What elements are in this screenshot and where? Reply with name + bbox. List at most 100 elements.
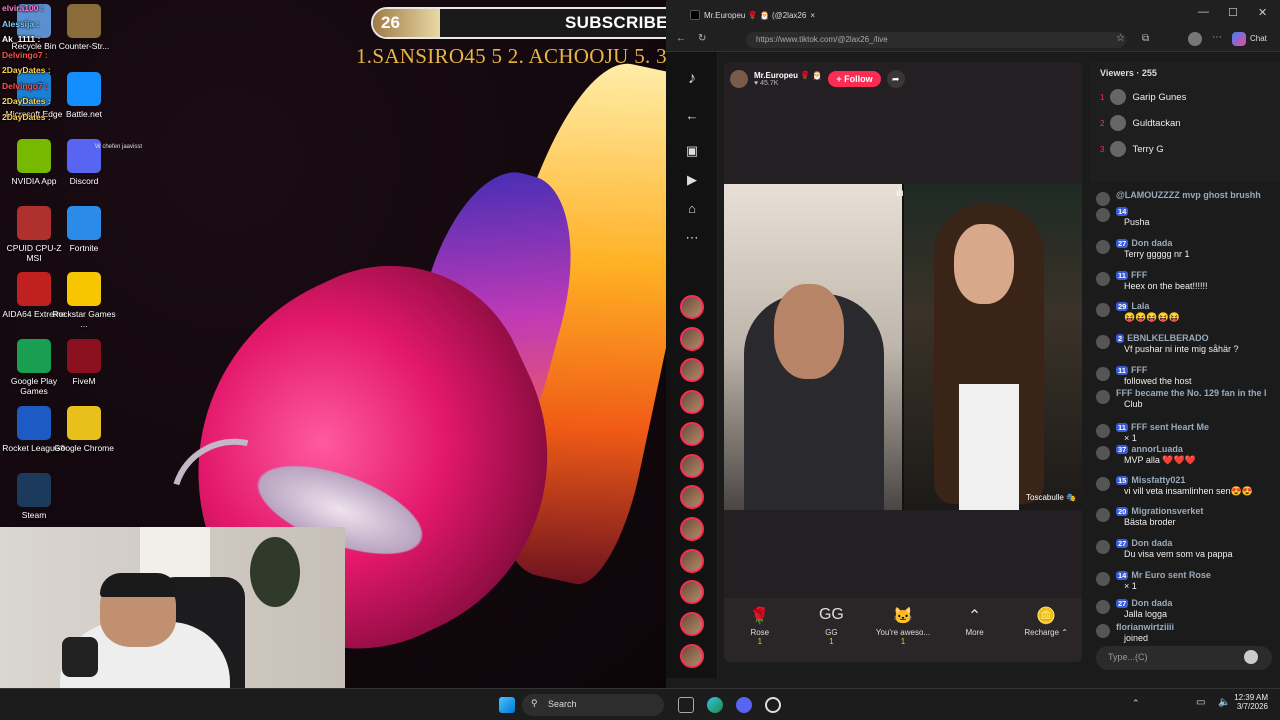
gift-icon: 🐱 [893,608,913,625]
chat-message[interactable]: 37 annorLuada MVP alla ❤️❤️❤️ [1096,444,1278,472]
gift-icon: 🌹 [749,608,770,625]
tiktok-logo-icon[interactable]: ♪ [682,70,702,90]
url-field[interactable]: https://www.tiktok.com/@2lax26_/live [746,32,1126,48]
network-icon[interactable]: ▭ [1196,697,1205,708]
gift-item[interactable]: ⌃ More [939,598,1011,662]
chat-avatar [1096,572,1110,586]
copilot-label[interactable]: Chat [1250,34,1267,43]
more-dots-icon[interactable]: ⋯ [682,230,702,250]
chat-message[interactable]: 29 Lala 😝😝😝😝😝 [1096,301,1278,329]
live-channel-avatar[interactable] [680,358,704,383]
host-name[interactable]: Mr.Europeu 🌹 🎅 [754,71,822,80]
profile-icon[interactable] [1188,32,1202,46]
desktop-icon-label: Discord [69,176,99,186]
chat-text: Terry ggggg nr 1 [1124,249,1190,259]
live-channel-avatar[interactable] [680,295,704,319]
follow-button[interactable]: + Follow [828,71,881,87]
live-channel-avatar[interactable] [680,326,704,351]
search-label: Search [548,699,577,709]
chat-text: vi vill veta insamlinhen sen😍😍 [1124,486,1253,496]
extensions-icon[interactable]: ⧉ [1142,33,1149,44]
favorite-icon[interactable]: ☆ [1116,33,1125,44]
back-arrow-icon[interactable]: ← [682,108,702,128]
live-channel-avatar[interactable] [680,612,704,636]
chat-message[interactable]: 14 Pusha [1096,206,1278,234]
clock-date: 3/7/2026 [1236,702,1268,711]
tab-bar: Mr.Europeu 🌹 🎅 (@2lax26 × — ☐ ✕ [666,0,1280,28]
gift-icon: GG [818,606,844,623]
live-channel-avatar[interactable] [680,453,704,478]
obs-icon[interactable] [765,697,781,713]
overlay-chat-line: Ak_1111 : [2,34,41,44]
start-icon[interactable] [499,697,515,713]
level-badge: 15 [1116,476,1129,485]
volume-icon[interactable]: 🔈 [1218,697,1230,708]
chat-message[interactable]: FFF became the No. 129 fan in the l Club [1096,388,1278,416]
gift-item[interactable]: 🐱 You're aweso... 1 [867,598,939,662]
close-tab-icon[interactable]: × [810,11,815,20]
chat-message[interactable]: 27 Don dada Du visa vem som va pappa [1096,538,1278,566]
tray-chevron-icon[interactable]: ⌃ [1132,698,1140,709]
desktop-icon-label: Fortnite [69,243,99,253]
chat-message[interactable]: 20 Migrationsverket Bästa broder [1096,506,1278,534]
back-icon[interactable]: ← [676,33,686,44]
level-badge: 11 [1116,366,1128,375]
desktop-icon[interactable]: FiveM [52,339,116,386]
share-icon[interactable]: ➦ [886,70,905,88]
overlay-chat-line: Delvingo7 : [2,49,48,60]
emoji-icon[interactable] [1244,650,1258,664]
chat-message[interactable]: 27 Don dada Terry ggggg nr 1 [1096,238,1278,266]
guest-top [959,384,1019,510]
desktop-icon[interactable]: Counter-Str... [52,4,116,51]
live-channel-avatar[interactable] [680,643,704,668]
viewer-rank: 1 [1100,92,1105,102]
tab-tiktok-live[interactable]: Mr.Europeu 🌹 🎅 (@2lax26 × [690,5,850,25]
taskbar-search[interactable]: ⚲ Search [522,694,664,716]
live-channel-avatar[interactable] [680,516,704,541]
live-channel-avatar[interactable] [680,390,704,415]
chat-avatar [1096,208,1110,222]
gift-item[interactable]: 🌹 Rose 1 [724,598,796,662]
desktop-icon[interactable]: Google Chrome [52,406,116,453]
chat-username: 15 Missfatty021 [1116,475,1185,485]
chat-avatar [1096,303,1110,317]
discord-taskbar-icon[interactable] [736,697,752,713]
app-icon [17,206,51,240]
chat-message[interactable]: 15 Missfatty021 vi vill veta insamlinhen s… [1096,475,1278,503]
live-channel-avatar[interactable] [680,485,704,510]
viewer-row[interactable]: 1 Garip Gunes [1100,84,1270,110]
camera-icon[interactable]: ▶ [682,172,702,192]
desktop-icon[interactable]: Rockstar Games ... [52,272,116,329]
chat-avatar [1096,508,1110,522]
refresh-icon[interactable]: ↻ [698,33,706,44]
copilot-icon[interactable] [1232,32,1246,46]
home-icon[interactable]: ⌂ [682,201,702,221]
viewer-row[interactable]: 2 Guldtackan [1100,110,1270,136]
chat-username: florianwirtziiii [1116,622,1174,632]
clock[interactable]: 12:39 AM 3/7/2026 [1232,693,1268,711]
gift-item[interactable]: GG GG 1 [796,598,868,662]
live-tv-icon[interactable]: ▣ [682,143,702,163]
host-avatar[interactable] [730,70,748,88]
maximize-icon[interactable]: ☐ [1228,6,1238,19]
desktop-icon[interactable]: Steam [2,473,66,520]
close-icon[interactable]: ✕ [1258,6,1267,19]
chat-avatar [1096,600,1110,614]
viewer-row[interactable]: 3 Terry G [1100,136,1270,162]
task-view-icon[interactable] [678,697,694,713]
video-area[interactable]: Toscabulle 🎭 ılı [724,184,1082,510]
app-icon [17,272,51,306]
gift-item[interactable]: 🪙 Recharge ⌃ [1010,598,1082,662]
chat-message[interactable]: 2 EBNLKELBERADO Vf pushar ni inte mig såhä… [1096,333,1278,361]
live-channel-avatar[interactable] [680,580,704,605]
desktop-icon[interactable]: Fortnite [52,206,116,253]
live-channel-avatar[interactable] [680,421,704,446]
overlay-chat-line: elvira100 : [2,3,44,13]
live-channel-avatar[interactable] [680,548,704,573]
edge-icon[interactable] [707,697,723,713]
chat-message[interactable]: 14 Mr Euro sent Rose × 1 [1096,570,1278,598]
chat-message[interactable]: 11 FFF Heex on the beat!!!!!! [1096,270,1278,298]
desktop-icon[interactable]: Battle.net [52,72,116,119]
more-icon[interactable]: ⋯ [1212,32,1222,43]
minimize-icon[interactable]: — [1198,6,1209,18]
